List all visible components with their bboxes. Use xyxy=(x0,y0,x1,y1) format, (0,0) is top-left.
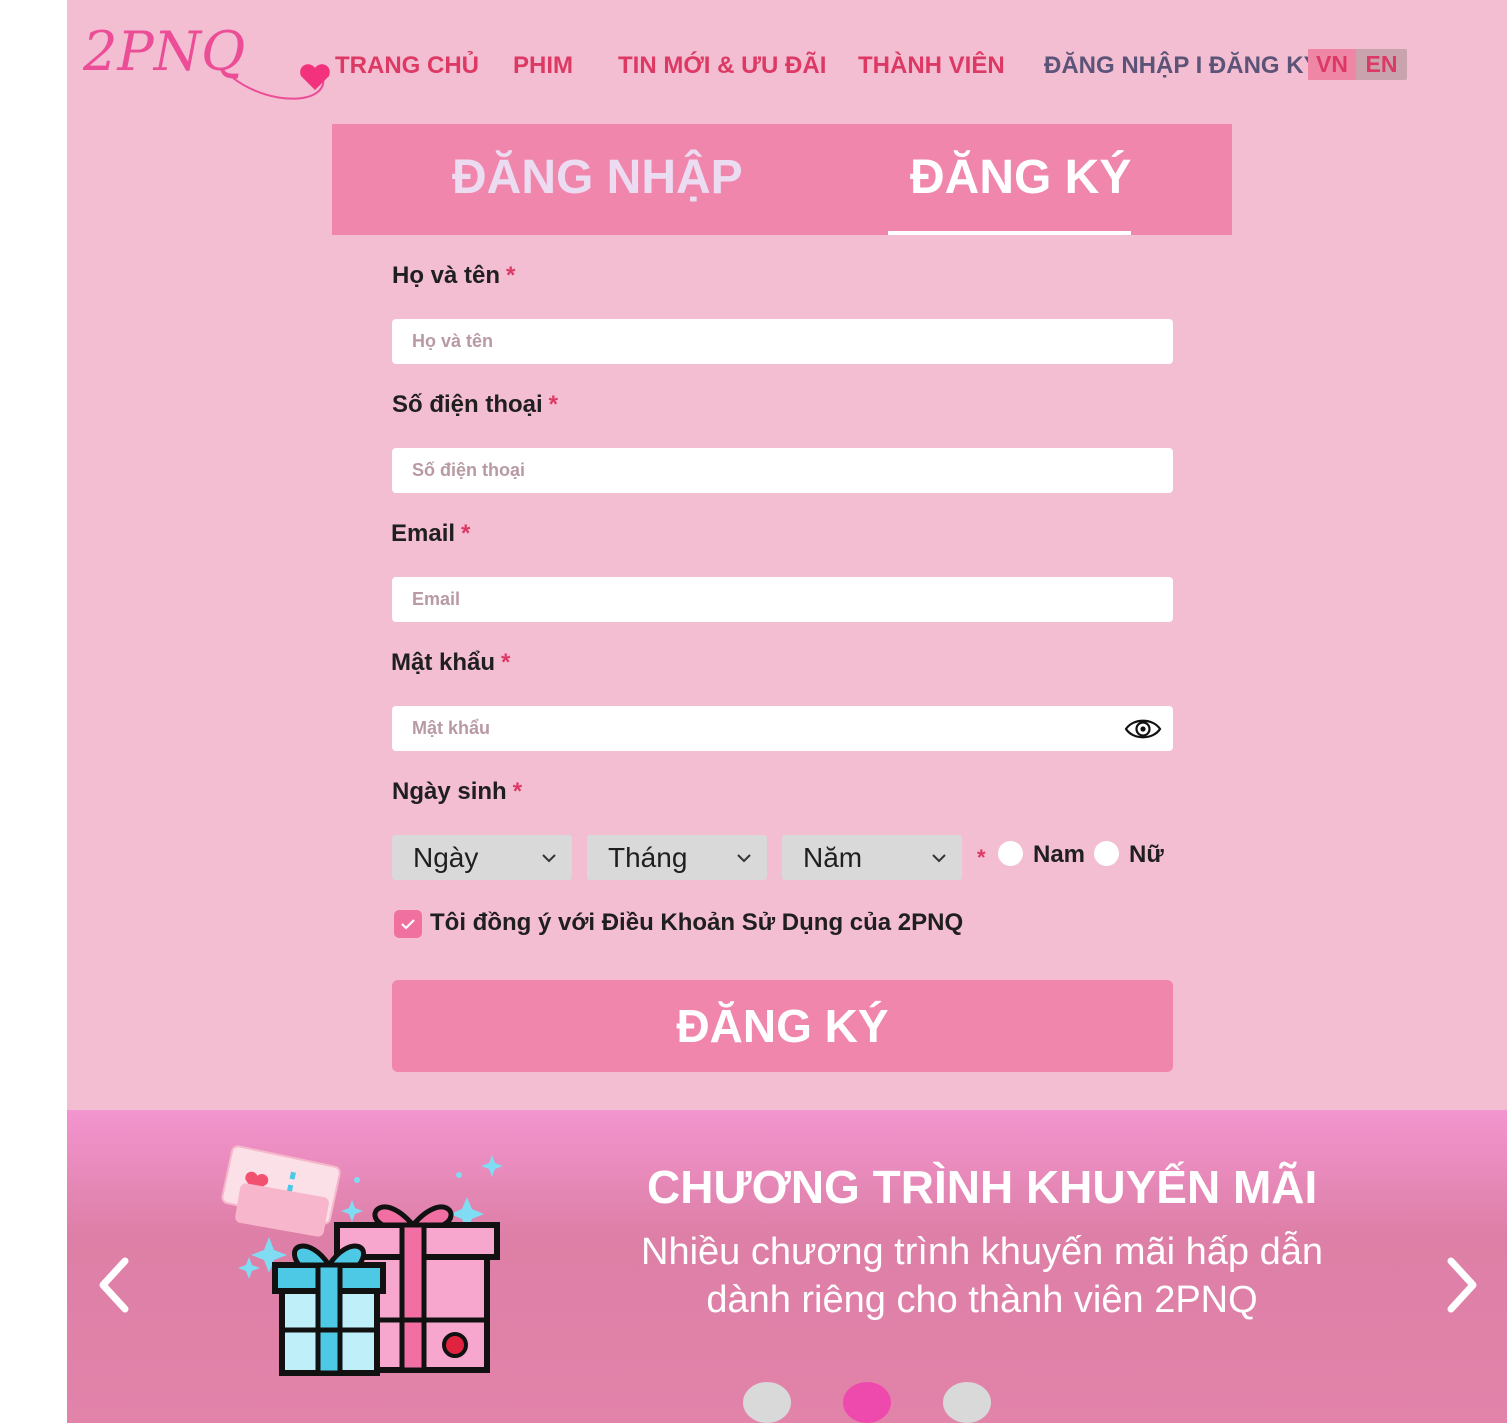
carousel-dot-1[interactable] xyxy=(743,1382,791,1423)
logo-text: 2PNQ xyxy=(83,20,245,83)
terms-checkbox[interactable] xyxy=(394,910,422,938)
required-mark: * xyxy=(506,262,516,289)
full-name-label-text: Họ và tên xyxy=(392,262,501,289)
nav-movies[interactable]: PHIM xyxy=(513,52,573,80)
email-input[interactable] xyxy=(392,577,1173,622)
gender-female-label[interactable]: Nữ xyxy=(1129,841,1164,869)
gender-male-label[interactable]: Nam xyxy=(1033,841,1085,869)
required-mark: * xyxy=(501,649,511,676)
promo-description: Nhiều chương trình khuyến mãi hấp dẫn dà… xyxy=(641,1231,1323,1321)
auth-tabs: ĐĂNG NHẬP ĐĂNG KÝ xyxy=(332,124,1232,235)
phone-label-text: Số điện thoại xyxy=(392,391,543,418)
month-select[interactable]: Tháng xyxy=(587,835,767,880)
active-tab-indicator xyxy=(888,231,1131,235)
month-select-value: Tháng xyxy=(608,842,688,873)
lang-vn-button[interactable]: VN xyxy=(1308,49,1356,80)
email-label: Email * xyxy=(391,520,470,548)
carousel-dot-3[interactable] xyxy=(943,1382,991,1423)
password-label: Mật khẩu * xyxy=(391,649,510,677)
check-icon xyxy=(401,919,415,930)
nav-news-offers[interactable]: TIN MỚI & ƯU ĐÃI xyxy=(618,52,826,80)
terms-label[interactable]: Tôi đồng ý với Điều Khoản Sử Dụng của 2P… xyxy=(430,909,963,937)
year-select-value: Năm xyxy=(803,842,863,873)
chevron-down-icon xyxy=(932,854,946,863)
phone-input[interactable] xyxy=(392,448,1173,493)
promo-banner: CHƯƠNG TRÌNH KHUYẾN MÃI Nhiều chương trì… xyxy=(67,1110,1507,1423)
heart-icon xyxy=(300,64,330,90)
year-select[interactable]: Năm xyxy=(782,835,962,880)
carousel-dot-2[interactable] xyxy=(843,1382,891,1423)
birthday-label-text: Ngày sinh xyxy=(392,778,507,805)
logo[interactable]: 2PNQ xyxy=(83,8,333,104)
password-input[interactable] xyxy=(392,706,1173,751)
gender-required-mark: * xyxy=(977,845,986,870)
day-select-value: Ngày xyxy=(413,842,479,873)
required-mark: * xyxy=(512,778,523,805)
day-select[interactable]: Ngày xyxy=(392,835,572,880)
register-button[interactable]: ĐĂNG KÝ xyxy=(392,980,1173,1072)
gender-male-radio[interactable] xyxy=(998,841,1023,866)
full-name-input[interactable] xyxy=(392,319,1173,364)
chevron-down-icon xyxy=(737,854,751,863)
page: 2PNQ TRANG CHỦ PHIM TIN MỚI & ƯU ĐÃI THÀ… xyxy=(67,0,1507,1423)
eye-icon[interactable] xyxy=(1124,712,1162,746)
language-switcher: VN EN xyxy=(1308,49,1407,80)
nav-login-register[interactable]: ĐĂNG NHẬP I ĐĂNG KÝ xyxy=(1044,52,1320,80)
lang-en-button[interactable]: EN xyxy=(1356,49,1407,80)
nav-home[interactable]: TRANG CHỦ xyxy=(335,52,479,80)
email-label-text: Email xyxy=(391,520,456,547)
required-mark: * xyxy=(548,391,559,418)
chevron-down-icon xyxy=(542,854,556,863)
required-mark: * xyxy=(461,520,471,547)
phone-label: Số điện thoại * xyxy=(392,391,558,419)
tab-register[interactable]: ĐĂNG KÝ xyxy=(910,150,1131,205)
tab-login[interactable]: ĐĂNG NHẬP xyxy=(452,150,743,205)
birthday-label: Ngày sinh * xyxy=(392,778,522,806)
promo-title: CHƯƠNG TRÌNH KHUYẾN MÃI xyxy=(647,1161,1318,1213)
chevron-left-icon[interactable] xyxy=(93,1255,133,1315)
gift-illustration xyxy=(221,1145,503,1376)
nav-members[interactable]: THÀNH VIÊN xyxy=(858,52,1005,80)
full-name-label: Họ và tên * xyxy=(392,262,515,290)
gender-female-radio[interactable] xyxy=(1094,841,1119,866)
password-label-text: Mật khẩu xyxy=(391,649,496,676)
chevron-right-icon[interactable] xyxy=(1443,1255,1483,1315)
